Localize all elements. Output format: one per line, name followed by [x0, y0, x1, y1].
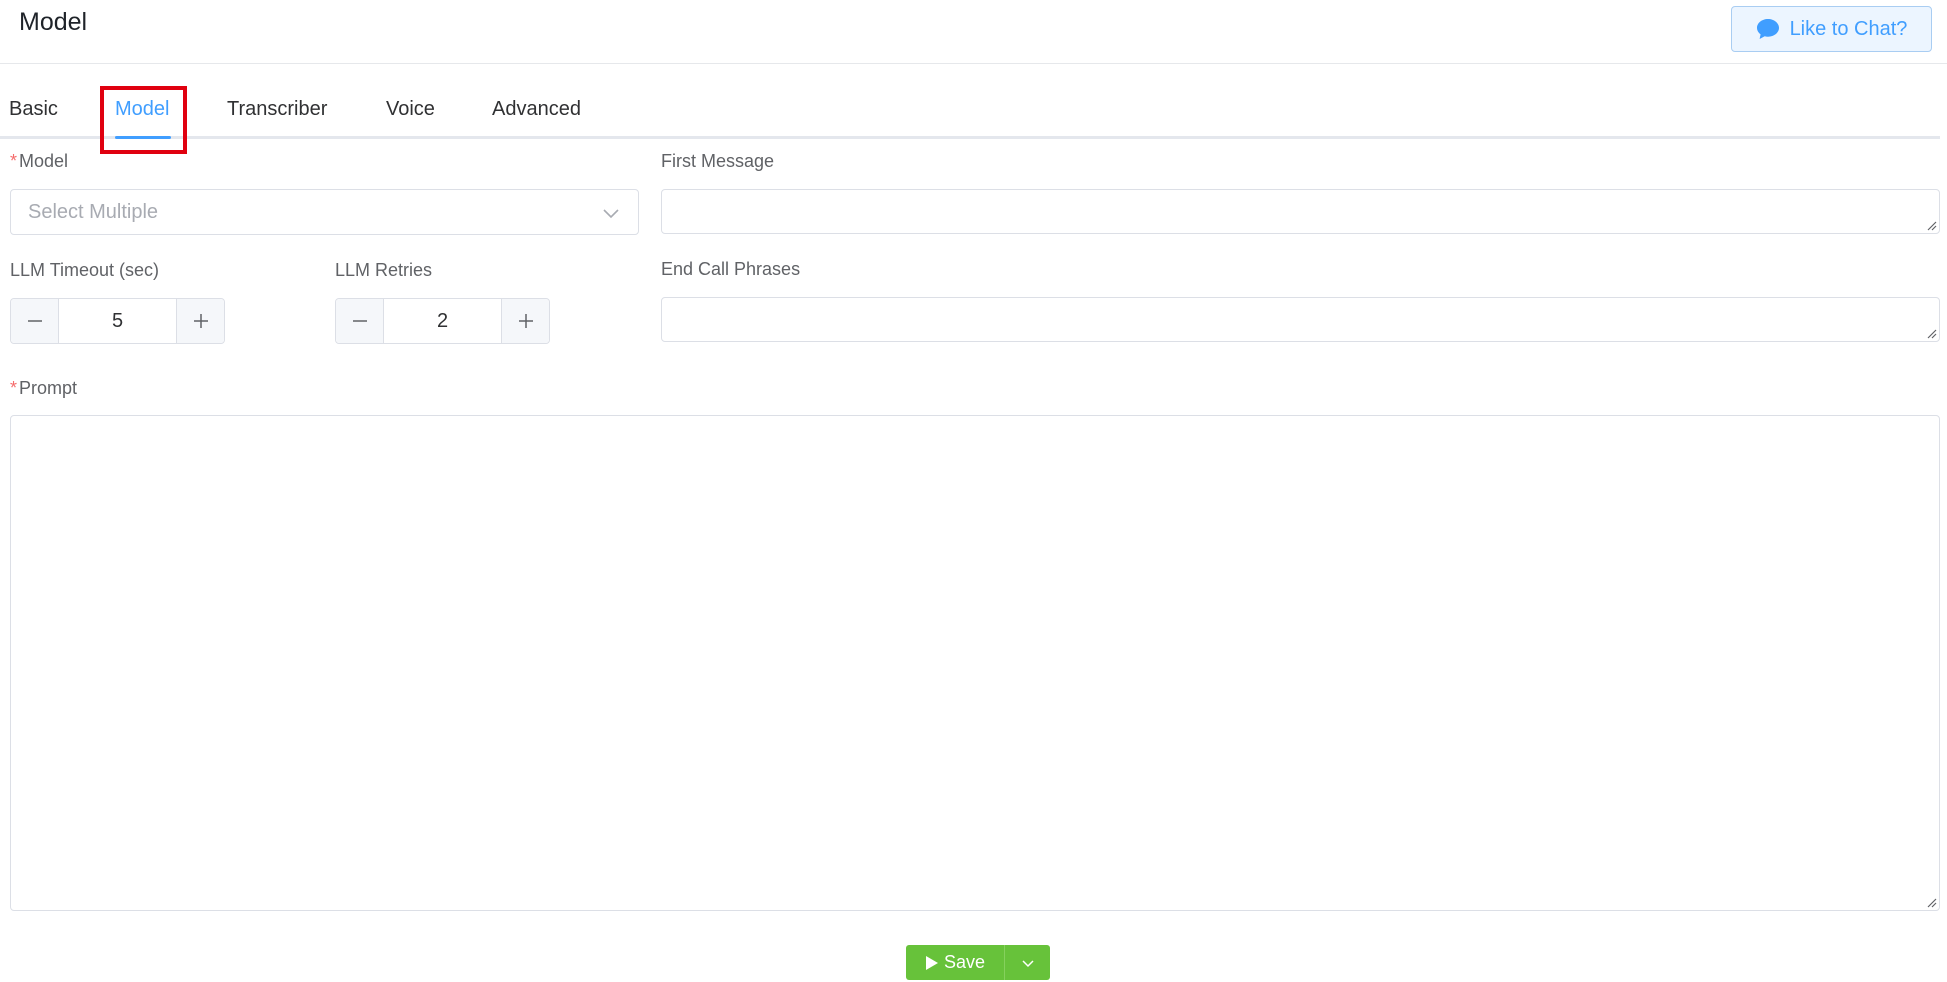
end-call-phrases-textarea[interactable] — [661, 297, 1940, 342]
end-call-phrases-label: End Call Phrases — [661, 259, 801, 279]
save-button-group: Save — [906, 945, 1050, 980]
prompt-textarea[interactable] — [10, 415, 1940, 911]
tab-transcriber[interactable]: Transcriber — [227, 98, 327, 121]
prompt-label: * Prompt — [10, 378, 77, 399]
minus-icon — [27, 320, 42, 322]
llm-retries-stepper[interactable]: 2 — [335, 298, 550, 344]
resize-handle-icon[interactable] — [1925, 219, 1937, 231]
chat-bubble-icon — [1756, 19, 1779, 39]
tab-advanced[interactable]: Advanced — [492, 98, 581, 121]
resize-handle-icon[interactable] — [1925, 327, 1937, 339]
tab-basic[interactable]: Basic — [9, 98, 58, 121]
plus-icon — [518, 314, 533, 328]
tab-voice[interactable]: Voice — [386, 98, 435, 121]
model-label-text: Model — [19, 151, 69, 171]
llm-timeout-stepper[interactable]: 5 — [10, 298, 225, 344]
llm-timeout-decrease-button[interactable] — [11, 299, 59, 343]
required-asterisk: * — [10, 151, 18, 171]
page-header: Model Like to Chat? — [0, 0, 1947, 64]
save-label: Save — [943, 952, 986, 972]
tab-bar: Basic Model Transcriber Voice Advanced — [0, 86, 1940, 140]
llm-timeout-increase-button[interactable] — [176, 299, 224, 343]
save-button[interactable]: Save — [906, 945, 1005, 980]
save-options-dropdown[interactable] — [1005, 945, 1050, 980]
llm-retries-decrease-button[interactable] — [336, 299, 384, 343]
model-select[interactable]: Select Multiple — [10, 189, 639, 235]
chevron-down-icon — [603, 209, 619, 219]
prompt-label-text: Prompt — [19, 378, 78, 398]
chevron-down-icon — [1021, 959, 1034, 967]
like-to-chat-label: Like to Chat? — [1789, 17, 1908, 40]
required-asterisk: * — [10, 378, 18, 398]
play-icon — [925, 955, 938, 970]
model-label: * Model — [10, 151, 68, 172]
resize-handle-icon[interactable] — [1925, 896, 1937, 908]
llm-timeout-input[interactable]: 5 — [59, 299, 176, 343]
like-to-chat-button[interactable]: Like to Chat? — [1731, 6, 1932, 52]
tab-bar-divider — [0, 136, 1940, 139]
model-select-placeholder: Select Multiple — [28, 201, 159, 223]
page-title: Model — [19, 8, 88, 36]
llm-timeout-label: LLM Timeout (sec) — [10, 260, 160, 280]
llm-retries-label: LLM Retries — [335, 260, 433, 280]
llm-retries-increase-button[interactable] — [501, 299, 549, 343]
minus-icon — [352, 320, 367, 322]
first-message-label: First Message — [661, 151, 775, 171]
llm-retries-input[interactable]: 2 — [384, 299, 501, 343]
tab-highlight-box — [100, 86, 187, 154]
plus-icon — [193, 314, 208, 328]
first-message-textarea[interactable] — [661, 189, 1940, 234]
